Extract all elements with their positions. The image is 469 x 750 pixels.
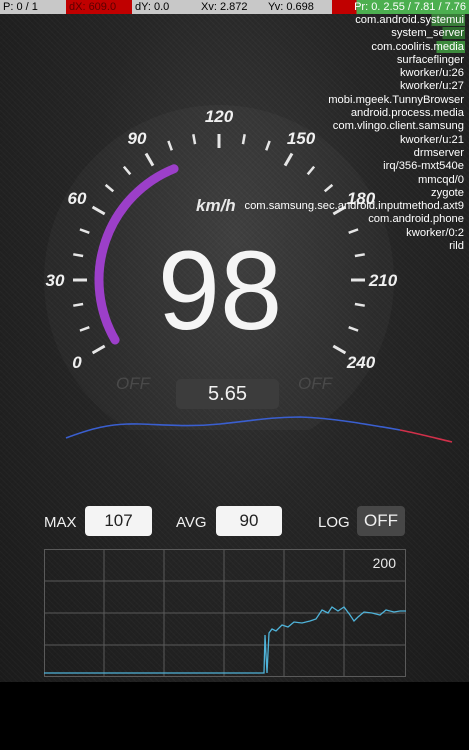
speed-history-line [44,606,406,674]
pointer-xv: Xv: 2.872 [198,0,265,14]
process-item: zygote [431,186,464,199]
process-item: com.samsung.sec.android.inputmethod.axt9 [244,200,464,213]
process-item: com.android.systemui [354,14,465,26]
pointer-pressure: Pr: 0. 2.55 / 7.81 / 7.76 [332,0,469,14]
gauge-tick-label: 90 [128,129,147,148]
bottom-black-bar [0,682,469,750]
process-item: surfaceflinger [396,53,464,66]
max-label: MAX [44,514,77,531]
process-item: com.vlingo.client.samsung [332,120,464,133]
graph-max-label: 200 [372,555,396,571]
process-item: android.process.media [350,107,464,120]
gauge-tick [192,134,197,145]
speed-trend-line [65,416,453,443]
graph-grid [44,549,406,677]
speed-history-graph: 200 [44,549,406,677]
log-label: LOG [318,514,350,531]
gauge-tick [354,302,365,307]
process-item: kworker/u:27 [399,80,464,93]
pointer-location-bar: P: 0 / 1 dX: 609.0 dY: 0.0 Xv: 2.872 Yv:… [0,0,469,14]
process-item: com.android.phone [368,213,464,226]
gauge-tick-label: 30 [46,271,65,290]
process-list-overlay: com.android.systemui system_server com.coo… [243,14,465,253]
process-item: kworker/0:2 [406,226,464,239]
gauge-tick-label: 0 [72,353,82,372]
process-item: rild [449,240,464,253]
pointer-dx: dX: 609.0 [66,0,132,14]
process-item: mmcqd/0 [417,173,464,186]
gauge-tick [73,302,84,307]
gauge-tick-label: 210 [368,271,398,290]
left-off-toggle[interactable]: OFF [116,374,150,394]
process-item: drmserver [413,146,464,159]
right-off-toggle[interactable]: OFF [298,374,332,394]
speed-unit: km/h [196,196,236,215]
gauge-tick-label: 120 [205,107,234,126]
avg-label: AVG [176,514,207,531]
pointer-count: P: 0 / 1 [0,0,66,14]
process-item: com.cooliris.media [370,40,465,53]
speedometer-screen: P: 0 / 1 dX: 609.0 dY: 0.0 Xv: 2.872 Yv:… [0,0,469,682]
log-toggle-button[interactable]: OFF [357,506,405,536]
gauge-tick-label: 240 [346,353,376,372]
trend-line-tail [399,429,453,443]
max-speed-field: 107 [85,506,152,536]
pointer-dy: dY: 0.0 [132,0,198,14]
process-item: kworker/u:21 [399,133,464,146]
trend-line-main [65,416,401,439]
stats-row: MAX 107 AVG 90 LOG OFF [0,506,469,538]
graph-canvas [44,549,406,677]
process-item: irq/356-mxt540e [383,160,464,173]
gauge-tick [73,253,84,258]
process-item: system_server [390,27,465,40]
pointer-yv: Yv: 0.698 [265,0,332,14]
process-item: kworker/u:26 [399,67,464,80]
process-item: mobi.mgeek.TunnyBrowser [328,93,464,106]
gauge-tick [354,253,365,258]
avg-speed-field: 90 [216,506,282,536]
gauge-tick-label: 60 [68,189,87,208]
